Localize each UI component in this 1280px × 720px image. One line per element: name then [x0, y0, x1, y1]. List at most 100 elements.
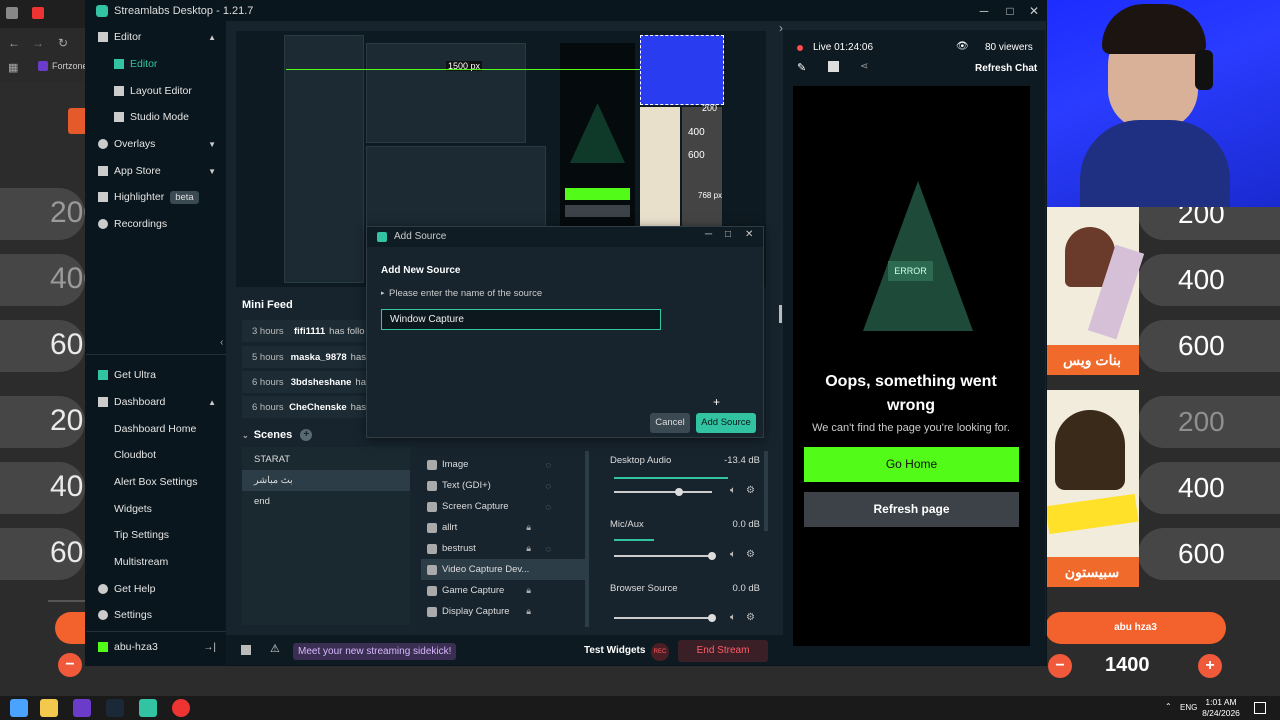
record-button[interactable]: REC — [651, 643, 669, 661]
go-home-button[interactable]: Go Home — [804, 447, 1019, 482]
alert-icon[interactable]: ⚠ — [270, 642, 280, 655]
stats-icon[interactable] — [241, 645, 251, 655]
sidebar-item-dashboard[interactable]: Dashboard ▲ — [86, 389, 226, 415]
gear-icon[interactable]: ⚙ — [746, 485, 755, 496]
language-indicator[interactable]: ENG — [1180, 703, 1197, 712]
bookmark-label[interactable]: Fortzone — [52, 61, 88, 71]
lock-icon[interactable]: 🔒︎ — [526, 606, 531, 617]
scrollbar[interactable] — [585, 451, 589, 627]
source-item[interactable]: bestrust 🔒︎ ◌ — [421, 538, 585, 559]
sidebar-item-highlighter[interactable]: Highlighter beta — [86, 184, 226, 210]
browser-menu-icon[interactable] — [6, 7, 18, 19]
dashboard-small-icon[interactable] — [828, 61, 839, 72]
source-item[interactable]: Video Capture Dev... — [421, 559, 585, 580]
sidebar-item-app-store[interactable]: App Store ▼ — [86, 158, 226, 184]
close-icon[interactable]: ✕ — [1026, 3, 1042, 19]
gear-icon[interactable]: ⚙ — [746, 612, 755, 623]
windows-start-icon[interactable] — [10, 699, 28, 717]
chevron-down-icon[interactable]: ⌄ — [242, 431, 249, 440]
mute-icon[interactable]: 🔈︎ — [730, 549, 736, 560]
selected-source-box[interactable] — [640, 35, 724, 105]
volume-knob[interactable] — [708, 552, 716, 560]
source-item[interactable]: Display Capture 🔒︎ — [421, 601, 585, 622]
visibility-icon[interactable]: ◌ — [546, 481, 551, 491]
resize-handle[interactable] — [779, 305, 782, 323]
sidekick-banner[interactable]: Meet your new streaming sidekick! — [293, 643, 457, 660]
sidebar-item-layout-editor[interactable]: Layout Editor — [86, 78, 226, 104]
sidebar-item-cloudbot[interactable]: Cloudbot — [86, 442, 226, 468]
share-icon[interactable]: ⋖ — [860, 61, 868, 72]
apps-icon[interactable]: ▦ — [8, 61, 18, 74]
minimize-icon[interactable]: ─ — [705, 229, 712, 240]
edit-icon[interactable]: ✎ — [797, 61, 806, 74]
sidebar-item-editor-sub[interactable]: Editor — [86, 51, 226, 77]
logout-icon[interactable]: →| — [203, 642, 216, 653]
minimize-icon[interactable]: ─ — [976, 3, 992, 19]
sidebar-item-widgets[interactable]: Widgets — [86, 496, 226, 522]
sidebar-item-get-ultra[interactable]: Get Ultra — [86, 362, 226, 388]
sidebar-item-get-help[interactable]: Get Help — [86, 576, 226, 602]
streamlabs-icon[interactable] — [139, 699, 157, 717]
reload-icon[interactable]: ↻ — [58, 36, 68, 50]
minus-icon[interactable]: − — [1048, 654, 1072, 678]
close-icon[interactable]: ✕ — [745, 229, 753, 240]
sidebar-item-dashboard-home[interactable]: Dashboard Home — [86, 416, 226, 442]
volume-slider[interactable] — [614, 614, 716, 622]
scrollbar[interactable] — [764, 451, 768, 531]
sidebar-item-tip-settings[interactable]: Tip Settings — [86, 522, 226, 548]
end-stream-button[interactable]: End Stream — [678, 640, 768, 662]
store-icon — [98, 166, 108, 176]
source-item[interactable]: Image ◌ — [421, 454, 585, 475]
sidebar-item-recordings[interactable]: Recordings — [86, 211, 226, 237]
source-item[interactable]: Screen Capture ◌ — [421, 496, 585, 517]
volume-knob[interactable] — [708, 614, 716, 622]
volume-slider[interactable] — [614, 552, 716, 560]
source-item[interactable]: Game Capture 🔒︎ — [421, 580, 585, 601]
mute-icon[interactable]: 🔈︎ — [730, 485, 736, 496]
add-source-button[interactable]: Add Source — [696, 413, 756, 433]
maximize-icon[interactable]: □ — [1002, 3, 1018, 19]
minus-icon[interactable]: − — [58, 653, 82, 677]
sidebar-item-editor[interactable]: Editor ▲ — [86, 24, 226, 50]
sidebar-item-overlays[interactable]: Overlays ▼ — [86, 131, 226, 157]
browser-app-icon[interactable] — [73, 699, 91, 717]
maximize-icon[interactable]: □ — [725, 229, 731, 240]
chrome-icon[interactable] — [172, 699, 190, 717]
visibility-icon[interactable]: ◌ — [546, 502, 551, 512]
source-name-input[interactable] — [381, 309, 661, 330]
notification-icon[interactable] — [1254, 702, 1266, 714]
sidebar-item-alert-box[interactable]: Alert Box Settings — [86, 469, 226, 495]
scene-item[interactable]: STARAT — [242, 449, 410, 470]
test-widgets-button[interactable]: Test Widgets — [584, 645, 645, 656]
add-scene-icon[interactable]: + — [300, 429, 313, 441]
visibility-icon[interactable]: ◌ — [546, 460, 551, 470]
lock-icon[interactable]: 🔒︎ — [526, 543, 531, 554]
mute-icon[interactable]: 🔈︎ — [730, 612, 736, 623]
refresh-chat-button[interactable]: Refresh Chat — [975, 63, 1037, 74]
sidebar-item-multistream[interactable]: Multistream — [86, 549, 226, 575]
scene-item[interactable]: end — [242, 491, 410, 512]
gear-icon[interactable]: ⚙ — [746, 549, 755, 560]
cancel-button[interactable]: Cancel — [650, 413, 690, 433]
plus-icon[interactable]: + — [1198, 654, 1222, 678]
steam-icon[interactable] — [106, 699, 124, 717]
volume-knob[interactable] — [674, 488, 683, 496]
sidebar-item-settings[interactable]: Settings — [86, 602, 226, 628]
lock-icon[interactable]: 🔒︎ — [526, 585, 531, 596]
visibility-icon[interactable]: ◌ — [546, 544, 551, 554]
lock-icon[interactable]: 🔒︎ — [526, 522, 531, 533]
sidebar-user[interactable]: abu-hza3 →| — [86, 634, 226, 660]
sidebar-item-studio-mode[interactable]: Studio Mode — [86, 104, 226, 130]
back-icon[interactable]: ← — [8, 36, 20, 50]
tray-chevron-icon[interactable]: ⌃ — [1165, 702, 1172, 711]
source-item[interactable]: Text (GDI+) ◌ — [421, 475, 585, 496]
file-explorer-icon[interactable] — [40, 699, 58, 717]
scene-item[interactable]: بث مباشر — [242, 470, 410, 491]
refresh-page-button[interactable]: Refresh page — [804, 492, 1019, 527]
collapse-icon[interactable]: ‹ — [220, 337, 223, 348]
clock-date[interactable]: 8/24/2026 — [1196, 708, 1246, 718]
clock-time[interactable]: 1:01 AM — [1196, 697, 1246, 707]
forward-icon[interactable]: → — [32, 36, 44, 50]
volume-slider[interactable] — [614, 488, 712, 496]
source-item[interactable]: allrt 🔒︎ — [421, 517, 585, 538]
